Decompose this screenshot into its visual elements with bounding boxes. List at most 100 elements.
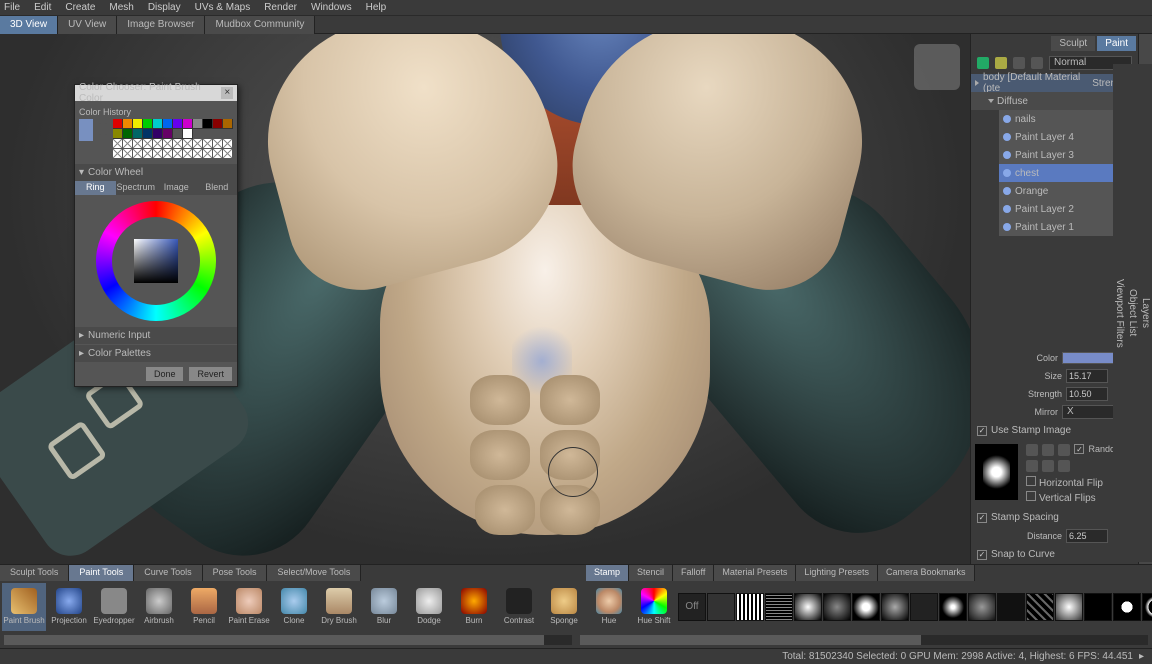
stamp-preview[interactable] xyxy=(975,444,1018,500)
menu-file[interactable]: File xyxy=(4,2,20,13)
tool-burn[interactable]: Burn xyxy=(452,583,496,631)
tool-scrollbar[interactable] xyxy=(4,635,572,645)
tool-eyedropper[interactable]: Eyedropper xyxy=(92,583,136,631)
view-compass[interactable] xyxy=(914,44,960,90)
empty-swatch[interactable] xyxy=(193,149,203,159)
tool-sponge[interactable]: Sponge xyxy=(542,583,586,631)
strength-input[interactable] xyxy=(1066,387,1108,401)
empty-swatch[interactable] xyxy=(143,149,153,159)
stamp-thumb[interactable] xyxy=(794,593,822,621)
empty-swatch[interactable] xyxy=(193,139,203,149)
numeric-header[interactable]: ▸Numeric Input xyxy=(75,327,237,344)
menu-windows[interactable]: Windows xyxy=(311,2,352,13)
empty-swatch[interactable] xyxy=(203,149,213,159)
empty-swatch[interactable] xyxy=(223,149,233,159)
palette-swatch[interactable] xyxy=(223,119,233,129)
empty-swatch[interactable] xyxy=(213,139,223,149)
preset-tab-stencil[interactable]: Stencil xyxy=(629,565,673,581)
wheel-tab-image[interactable]: Image xyxy=(156,181,197,195)
tab-sculpt-tools[interactable]: Sculpt Tools xyxy=(0,565,69,581)
mode-tab-sculpt[interactable]: Sculpt xyxy=(1051,36,1095,51)
empty-swatch[interactable] xyxy=(183,149,193,159)
stamp-thumb[interactable] xyxy=(968,593,996,621)
hflip-checkbox[interactable] xyxy=(1026,476,1036,486)
wheel-tab-spectrum[interactable]: Spectrum xyxy=(116,181,157,195)
tool-projection[interactable]: Projection xyxy=(47,583,91,631)
tool-paint-erase[interactable]: Paint Erase xyxy=(227,583,271,631)
empty-swatch[interactable] xyxy=(223,139,233,149)
stamp-thumb[interactable] xyxy=(823,593,851,621)
preset-tab-stamp[interactable]: Stamp xyxy=(586,565,629,581)
size-input[interactable] xyxy=(1066,369,1108,383)
tool-pencil[interactable]: Pencil xyxy=(182,583,226,631)
menu-uvs[interactable]: UVs & Maps xyxy=(195,2,251,13)
stamp-thumb[interactable] xyxy=(852,593,880,621)
revert-button[interactable]: Revert xyxy=(188,366,233,382)
tab-image-browser[interactable]: Image Browser xyxy=(117,16,205,34)
wheel-tab-blend[interactable]: Blend xyxy=(197,181,238,195)
distance-input[interactable] xyxy=(1066,529,1108,543)
tool-clone[interactable]: Clone xyxy=(272,583,316,631)
stamp-opt-icon[interactable] xyxy=(1026,460,1038,472)
menu-display[interactable]: Display xyxy=(148,2,181,13)
empty-swatch[interactable] xyxy=(113,149,123,159)
palette-swatch[interactable] xyxy=(133,119,143,129)
wheel-tab-ring[interactable]: Ring xyxy=(75,181,116,195)
palette-swatch[interactable] xyxy=(143,129,153,139)
current-color-swatch[interactable] xyxy=(79,119,93,141)
export-layer-icon[interactable] xyxy=(1031,57,1043,69)
menu-help[interactable]: Help xyxy=(366,2,387,13)
stamp-thumb[interactable] xyxy=(1084,593,1112,621)
visibility-icon[interactable] xyxy=(1003,133,1011,141)
tab-select-tools[interactable]: Select/Move Tools xyxy=(267,565,361,581)
preset-tab-camera[interactable]: Camera Bookmarks xyxy=(878,565,975,581)
tool-paint-brush[interactable]: Paint Brush xyxy=(2,583,46,631)
empty-swatch[interactable] xyxy=(213,149,223,159)
palette-swatch[interactable] xyxy=(183,129,193,139)
visibility-icon[interactable] xyxy=(1003,115,1011,123)
visibility-icon[interactable] xyxy=(1003,223,1011,231)
side-tab-filters[interactable]: Viewport Filters xyxy=(1113,64,1126,562)
new-layer-icon[interactable] xyxy=(977,57,989,69)
empty-swatch[interactable] xyxy=(123,149,133,159)
palette-swatch[interactable] xyxy=(113,119,123,129)
side-tab-layers[interactable]: Layers xyxy=(1139,64,1152,562)
empty-swatch[interactable] xyxy=(133,139,143,149)
empty-swatch[interactable] xyxy=(123,139,133,149)
color-wheel[interactable] xyxy=(96,201,216,321)
stamp-thumb[interactable] xyxy=(1055,593,1083,621)
stamp-nav-icon[interactable] xyxy=(1058,444,1070,456)
stamp-thumb[interactable] xyxy=(881,593,909,621)
empty-swatch[interactable] xyxy=(153,149,163,159)
delete-layer-icon[interactable] xyxy=(995,57,1007,69)
palette-swatch[interactable] xyxy=(143,119,153,129)
tool-blur[interactable]: Blur xyxy=(362,583,406,631)
tool-hue-shift[interactable]: Hue Shift xyxy=(632,583,676,631)
visibility-icon[interactable] xyxy=(1003,151,1011,159)
snap-checkbox[interactable] xyxy=(977,550,987,560)
done-button[interactable]: Done xyxy=(145,366,185,382)
empty-swatch[interactable] xyxy=(143,139,153,149)
tab-community[interactable]: Mudbox Community xyxy=(205,16,315,34)
tool-hue[interactable]: Hue xyxy=(587,583,631,631)
empty-swatch[interactable] xyxy=(163,139,173,149)
stamp-thumb[interactable] xyxy=(910,593,938,621)
stamp-nav-icon[interactable] xyxy=(1026,444,1038,456)
use-stamp-checkbox[interactable] xyxy=(977,426,987,436)
palette-swatch[interactable] xyxy=(123,119,133,129)
preset-tab-falloff[interactable]: Falloff xyxy=(673,565,714,581)
empty-swatch[interactable] xyxy=(113,139,123,149)
tool-airbrush[interactable]: Airbrush xyxy=(137,583,181,631)
randomize-checkbox[interactable] xyxy=(1074,444,1084,454)
tool-dodge[interactable]: Dodge xyxy=(407,583,451,631)
menu-mesh[interactable]: Mesh xyxy=(109,2,133,13)
palette-swatch[interactable] xyxy=(123,129,133,139)
wheel-section-header[interactable]: ▾Color Wheel xyxy=(75,164,237,181)
palettes-header[interactable]: ▸Color Palettes xyxy=(75,345,237,362)
empty-swatch[interactable] xyxy=(153,139,163,149)
palette-swatch[interactable] xyxy=(163,129,173,139)
spacing-checkbox[interactable] xyxy=(977,513,987,523)
tab-pose-tools[interactable]: Pose Tools xyxy=(203,565,268,581)
tab-curve-tools[interactable]: Curve Tools xyxy=(134,565,202,581)
tool-contrast[interactable]: Contrast xyxy=(497,583,541,631)
